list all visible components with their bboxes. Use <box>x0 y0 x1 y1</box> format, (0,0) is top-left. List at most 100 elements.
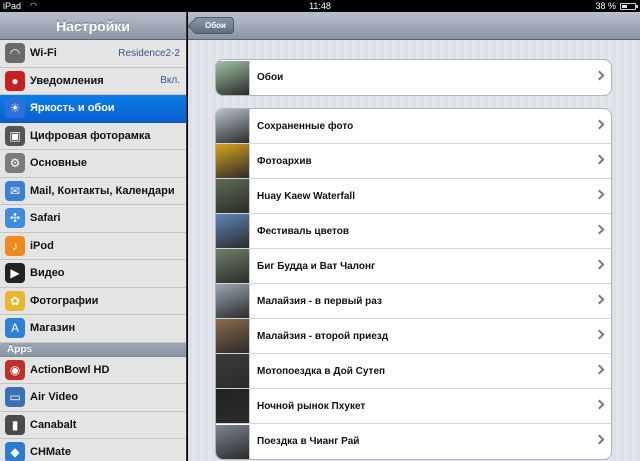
picture-frame-icon: ▣ <box>5 125 25 146</box>
detail-pane: Обои Обои Сохраненные фото Фотоархив Huay … <box>188 12 640 461</box>
album-label: Поездка в Чианг Рай <box>257 436 360 447</box>
photos-icon: ✿ <box>5 290 25 311</box>
album-row[interactable]: Обои <box>216 60 611 95</box>
sidebar-item-label: iPod <box>30 239 54 252</box>
sidebar-item-label: Фотографии <box>30 294 99 307</box>
sidebar-item[interactable]: ▮ Canabalt <box>0 411 186 439</box>
sidebar-item-value: Residence2-2 <box>118 47 180 59</box>
notifications-icon: ● <box>5 70 25 91</box>
status-bar: iPad ◠ 11:48 38 % <box>0 0 640 12</box>
chevron-right-icon <box>594 189 605 200</box>
malaysia-1-thumbnail <box>216 284 250 318</box>
screenshot-thumbnail <box>216 109 250 143</box>
album-row[interactable]: Фотоархив <box>216 144 611 179</box>
video-icon: ▶ <box>5 263 25 284</box>
sidebar-item[interactable]: ✣ Safari <box>0 205 186 233</box>
sidebar-item-label: Canabalt <box>30 418 77 431</box>
album-label: Биг Будда и Ват Чалонг <box>257 260 376 272</box>
chevron-right-icon <box>594 364 605 375</box>
sidebar-item-label: Магазин <box>30 322 76 335</box>
sidebar-item-value: Вкл. <box>160 75 180 87</box>
album-label: Обои <box>257 72 284 83</box>
album-label: Фотоархив <box>257 155 312 167</box>
album-row[interactable]: Фестиваль цветов <box>216 214 611 249</box>
back-button[interactable]: Обои <box>194 17 234 34</box>
sidebar-item-label: Safari <box>30 212 61 225</box>
store-icon: A <box>5 318 25 339</box>
battery-icon <box>620 3 638 10</box>
sidebar-item-label: Основные <box>30 157 87 170</box>
sidebar-item[interactable]: A Магазин <box>0 315 186 343</box>
settings-sidebar: Настройки ◠ Wi-Fi Residence2-2 ● Уведомления… <box>0 12 187 461</box>
sidebar-item-label: ActionBowl HD <box>30 363 110 376</box>
chevron-right-icon <box>594 294 605 305</box>
sidebar-item[interactable]: ▭ Air Video <box>0 384 186 412</box>
chevron-right-icon <box>594 329 605 340</box>
album-row[interactable]: Малайзия - в первый раз <box>216 284 611 319</box>
chevron-right-icon <box>594 119 605 130</box>
album-label: Сохраненные фото <box>257 120 354 132</box>
sidebar-header: Настройки <box>0 12 186 40</box>
album-row[interactable]: Сохраненные фото <box>216 109 611 144</box>
sidebar-item[interactable]: ▣ Цифровая фоторамка <box>0 122 186 150</box>
sidebar-title: Настройки <box>56 18 130 34</box>
sidebar-item[interactable]: ✉ Mail, Контакты, Календари <box>0 177 186 205</box>
album-label: Ночной рынок Пхукет <box>257 400 366 412</box>
sidebar-item[interactable]: ♪ iPod <box>0 232 186 260</box>
temple-thumbnail <box>216 249 250 283</box>
album-label: Фестиваль цветов <box>257 225 350 237</box>
wallpaper-group: Обои <box>215 59 612 96</box>
lotus-thumbnail <box>216 60 250 95</box>
actionbowl-icon: ◉ <box>5 359 25 380</box>
album-label: Малайзия - в первый раз <box>257 295 382 307</box>
sidebar-item[interactable]: ✿ Фотографии <box>0 287 186 315</box>
sidebar-item-label: Цифровая фоторамка <box>30 129 151 142</box>
album-row[interactable]: Huay Kaew Waterfall <box>216 179 611 214</box>
ipod-icon: ♪ <box>5 235 25 256</box>
album-label: Huay Kaew Waterfall <box>257 190 355 202</box>
brightness-icon: ☀ <box>5 98 25 119</box>
album-row[interactable]: Ночной рынок Пхукет <box>216 389 611 424</box>
battery-level <box>622 5 627 8</box>
moto-trip-thumbnail <box>216 354 250 388</box>
sidebar-item-label: Mail, Контакты, Календари <box>30 184 175 197</box>
safari-icon: ✣ <box>5 208 25 229</box>
chevron-right-icon <box>594 399 605 410</box>
chevron-right-icon <box>594 70 605 81</box>
sidebar-item-label: Wi-Fi <box>30 47 57 60</box>
sidebar-list: ◠ Wi-Fi Residence2-2 ● Уведомления Вкл. ☀ Яркос… <box>0 40 186 461</box>
album-row[interactable]: Малайзия - второй приезд <box>216 319 611 354</box>
sidebar-item-label: Видео <box>30 267 65 280</box>
night-market-thumbnail <box>216 389 250 423</box>
mail-icon: ✉ <box>5 180 25 201</box>
sidebar-item-label: Air Video <box>30 391 79 404</box>
sidebar-item[interactable]: ⚙ Основные <box>0 150 186 178</box>
sidebar-item-label: Уведомления <box>30 74 104 87</box>
sidebar-item[interactable]: ◠ Wi-Fi Residence2-2 <box>0 40 186 68</box>
album-label: Мотопоездка в Дой Сутеп <box>257 365 386 377</box>
chevron-right-icon <box>594 259 605 270</box>
apps-section-header: Apps <box>0 342 186 357</box>
chiang-rai-thumbnail <box>216 424 250 459</box>
chevron-right-icon <box>594 434 605 445</box>
flower-festival-thumbnail <box>216 214 250 248</box>
album-label: Малайзия - второй приезд <box>257 330 389 342</box>
detail-navbar: Обои <box>188 12 640 40</box>
sidebar-item[interactable]: ▶ Видео <box>0 260 186 288</box>
chevron-right-icon <box>594 224 605 235</box>
albums-group: Сохраненные фото Фотоархив Huay Kaew Water… <box>215 108 612 460</box>
sidebar-item[interactable]: ◉ ActionBowl HD <box>0 356 186 384</box>
chevron-right-icon <box>594 154 605 165</box>
battery-percent: 38 % <box>595 1 616 11</box>
album-row[interactable]: Мотопоездка в Дой Сутеп <box>216 354 611 389</box>
air-video-icon: ▭ <box>5 387 25 408</box>
sidebar-item[interactable]: ☀ Яркость и обои <box>0 95 186 123</box>
waterfall-thumbnail <box>216 179 250 213</box>
sidebar-item-label: Яркость и обои <box>30 102 115 115</box>
sidebar-item[interactable]: ● Уведомления Вкл. <box>0 67 186 95</box>
album-row[interactable]: Биг Будда и Ват Чалонг <box>216 249 611 284</box>
sidebar-item-label: CHMate <box>30 446 71 459</box>
back-button-label: Обои <box>205 21 226 30</box>
album-row[interactable]: Поездка в Чианг Рай <box>216 424 611 459</box>
sidebar-item[interactable]: ◆ CHMate <box>0 439 186 461</box>
